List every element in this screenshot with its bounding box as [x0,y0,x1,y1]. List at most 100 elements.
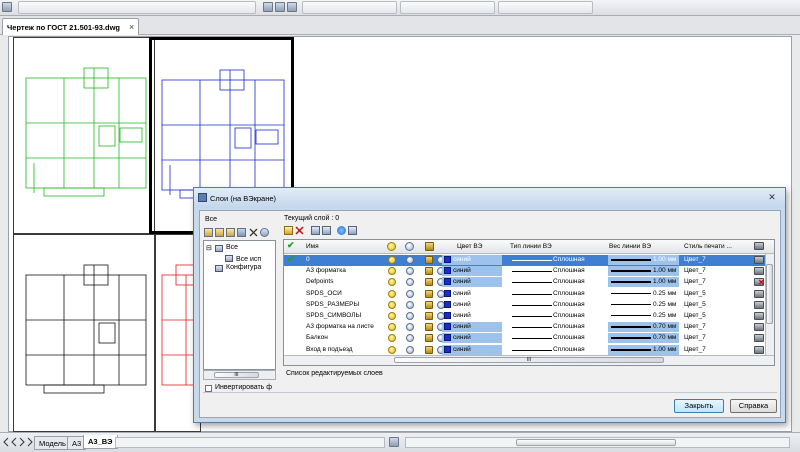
layer-thaw-icon[interactable] [406,256,414,264]
layer-thaw-icon[interactable] [406,334,414,343]
layer-plotstyle[interactable]: Цвет_5 [684,290,706,297]
last-tab-icon[interactable] [27,437,33,447]
layer-plotstyle[interactable]: Цвет_5 [684,312,706,319]
layer-name[interactable]: Вход в подъезд [306,346,353,353]
color-swatch[interactable] [444,300,451,308]
new-layer-icon[interactable] [284,226,293,235]
layer-thaw-icon[interactable] [406,278,414,287]
column-vp-lineweight[interactable]: Вес линии ВЭ [609,243,651,250]
layer-name[interactable]: SPDS_ОСИ [306,290,342,297]
help-button[interactable]: Справка [730,399,777,413]
close-tab-icon[interactable]: × [129,22,134,32]
layer-name[interactable]: А3 форматка на листе [306,323,374,330]
new-vp-frozen-layer-icon[interactable] [311,226,320,235]
layer-on-icon[interactable] [388,267,396,276]
layer-row[interactable]: ✔ 0 синий Сплошная 1.00 мм Цвет_7 [284,254,774,266]
new-property-filter-icon[interactable] [204,228,213,237]
layer-plotstyle[interactable]: Цвет_7 [684,334,706,341]
layer-plotstyle[interactable]: Цвет_5 [684,301,706,308]
layer-row[interactable]: SPDS_ОСИ синий Сплошная 0.25 мм Цвет_5 [284,289,774,300]
filter-settings-icon[interactable] [237,228,246,237]
plot-printer-icon[interactable]: ✕ [754,278,765,287]
layer-lock-icon[interactable] [425,267,433,276]
layer-lock-icon[interactable] [425,312,433,320]
layer-linetype[interactable]: Сплошная [553,346,585,353]
toolbar-field-3[interactable] [400,1,495,14]
layer-lineweight[interactable]: 0.25 мм [653,290,676,297]
layer-states-icon[interactable] [226,228,235,237]
layer-lineweight[interactable]: 1.00 мм [653,346,676,353]
invert-filter-checkbox-row[interactable]: Инвертировать ф [205,384,285,395]
on-off-column-icon[interactable] [387,242,396,251]
color-swatch[interactable] [444,278,451,286]
layer-lineweight[interactable]: 0.25 мм [653,312,676,319]
layer-lock-icon[interactable] [425,256,433,264]
layer-color[interactable]: синий [453,312,471,319]
column-name[interactable]: Имя [306,243,319,250]
layer-color[interactable]: синий [453,290,471,297]
layer-lock-icon[interactable] [425,278,433,287]
layer-on-icon[interactable] [388,323,396,332]
previous-tab-icon[interactable] [11,437,17,447]
viewport-bottom-left[interactable] [13,234,155,432]
status-column-icon[interactable]: ✔ [287,240,295,251]
layer-name[interactable]: 0 [306,256,310,263]
plot-printer-icon[interactable] [754,256,764,264]
layer-lock-icon[interactable] [425,289,433,298]
layer-color[interactable]: синий [453,323,471,330]
layer-row[interactable]: Балкон синий Сплошная 0.70 мм Цвет_7 [284,333,774,344]
split-icon[interactable] [389,437,399,447]
layer-on-icon[interactable] [388,278,396,287]
layer-name[interactable]: SPDS_РАЗМЕРЫ [306,301,359,308]
layer-thaw-icon[interactable] [406,300,414,309]
layer-thaw-icon[interactable] [406,289,414,298]
layer-color[interactable]: синий [453,278,471,285]
layer-properties-icon[interactable] [287,2,297,12]
layer-thaw-icon[interactable] [406,345,414,354]
layer-lock-icon[interactable] [425,345,433,354]
dialog-title-bar[interactable]: Слои (на ВЭкране) ✕ [194,188,785,208]
layer-on-icon[interactable] [388,300,396,309]
layout-tab-model[interactable]: Модель [34,436,71,450]
layer-lock-icon[interactable] [425,323,433,332]
tree-expander-icon[interactable]: ⊟ [206,244,212,252]
canvas-horizontal-scrollbar-2[interactable] [405,437,790,448]
plot-printer-icon[interactable] [754,323,764,332]
layer-on-icon[interactable] [388,312,396,320]
layer-color[interactable]: синий [453,267,471,274]
layer-row[interactable]: А3 форматка на листе синий Сплошная 0.70 мм… [284,322,774,333]
plot-printer-icon[interactable] [754,312,764,320]
workspace-icon[interactable] [2,2,12,12]
layer-lineweight[interactable]: 0.70 мм [653,334,676,341]
color-swatch[interactable] [444,256,451,263]
layer-lock-icon[interactable] [425,334,433,343]
layer-lineweight[interactable]: 1.00 мм [653,267,676,274]
layer-lineweight[interactable]: 1.00 мм [653,256,676,263]
first-tab-icon[interactable] [3,437,9,447]
scroll-thumb[interactable] [516,439,676,446]
layer-previous-icon[interactable] [275,2,285,12]
layer-linetype[interactable]: Сплошная [553,290,585,297]
layer-lineweight[interactable]: 0.25 мм [653,301,676,308]
toolbar-field-4[interactable] [498,1,593,14]
layer-thaw-icon[interactable] [406,267,414,276]
delete-layer-icon[interactable] [295,226,304,235]
layer-on-icon[interactable] [388,256,396,264]
layer-row[interactable]: SPDS_СИМВОЛЫ синий Сплошная 0.25 мм Цвет_5 [284,311,774,322]
color-swatch[interactable] [444,323,451,331]
grid-horizontal-scrollbar[interactable]: III [284,355,774,365]
layer-linetype[interactable]: Сплошная [553,267,585,274]
refresh-icon[interactable] [337,226,346,235]
layer-linetype[interactable]: Сплошная [553,301,585,308]
plot-printer-icon[interactable] [754,300,764,309]
layer-color[interactable]: синий [453,346,471,353]
freeze-column-icon[interactable] [405,242,414,251]
layer-linetype[interactable]: Сплошная [553,256,585,263]
layer-linetype[interactable]: Сплошная [553,323,585,330]
close-icon[interactable]: ✕ [765,191,779,204]
layer-thaw-icon[interactable] [406,323,414,332]
filter-tree[interactable]: ⊟ Все Все исп Конфигура [203,240,276,370]
color-swatch[interactable] [444,312,451,319]
delete-filter-icon[interactable] [249,228,258,237]
color-swatch[interactable] [444,267,451,275]
